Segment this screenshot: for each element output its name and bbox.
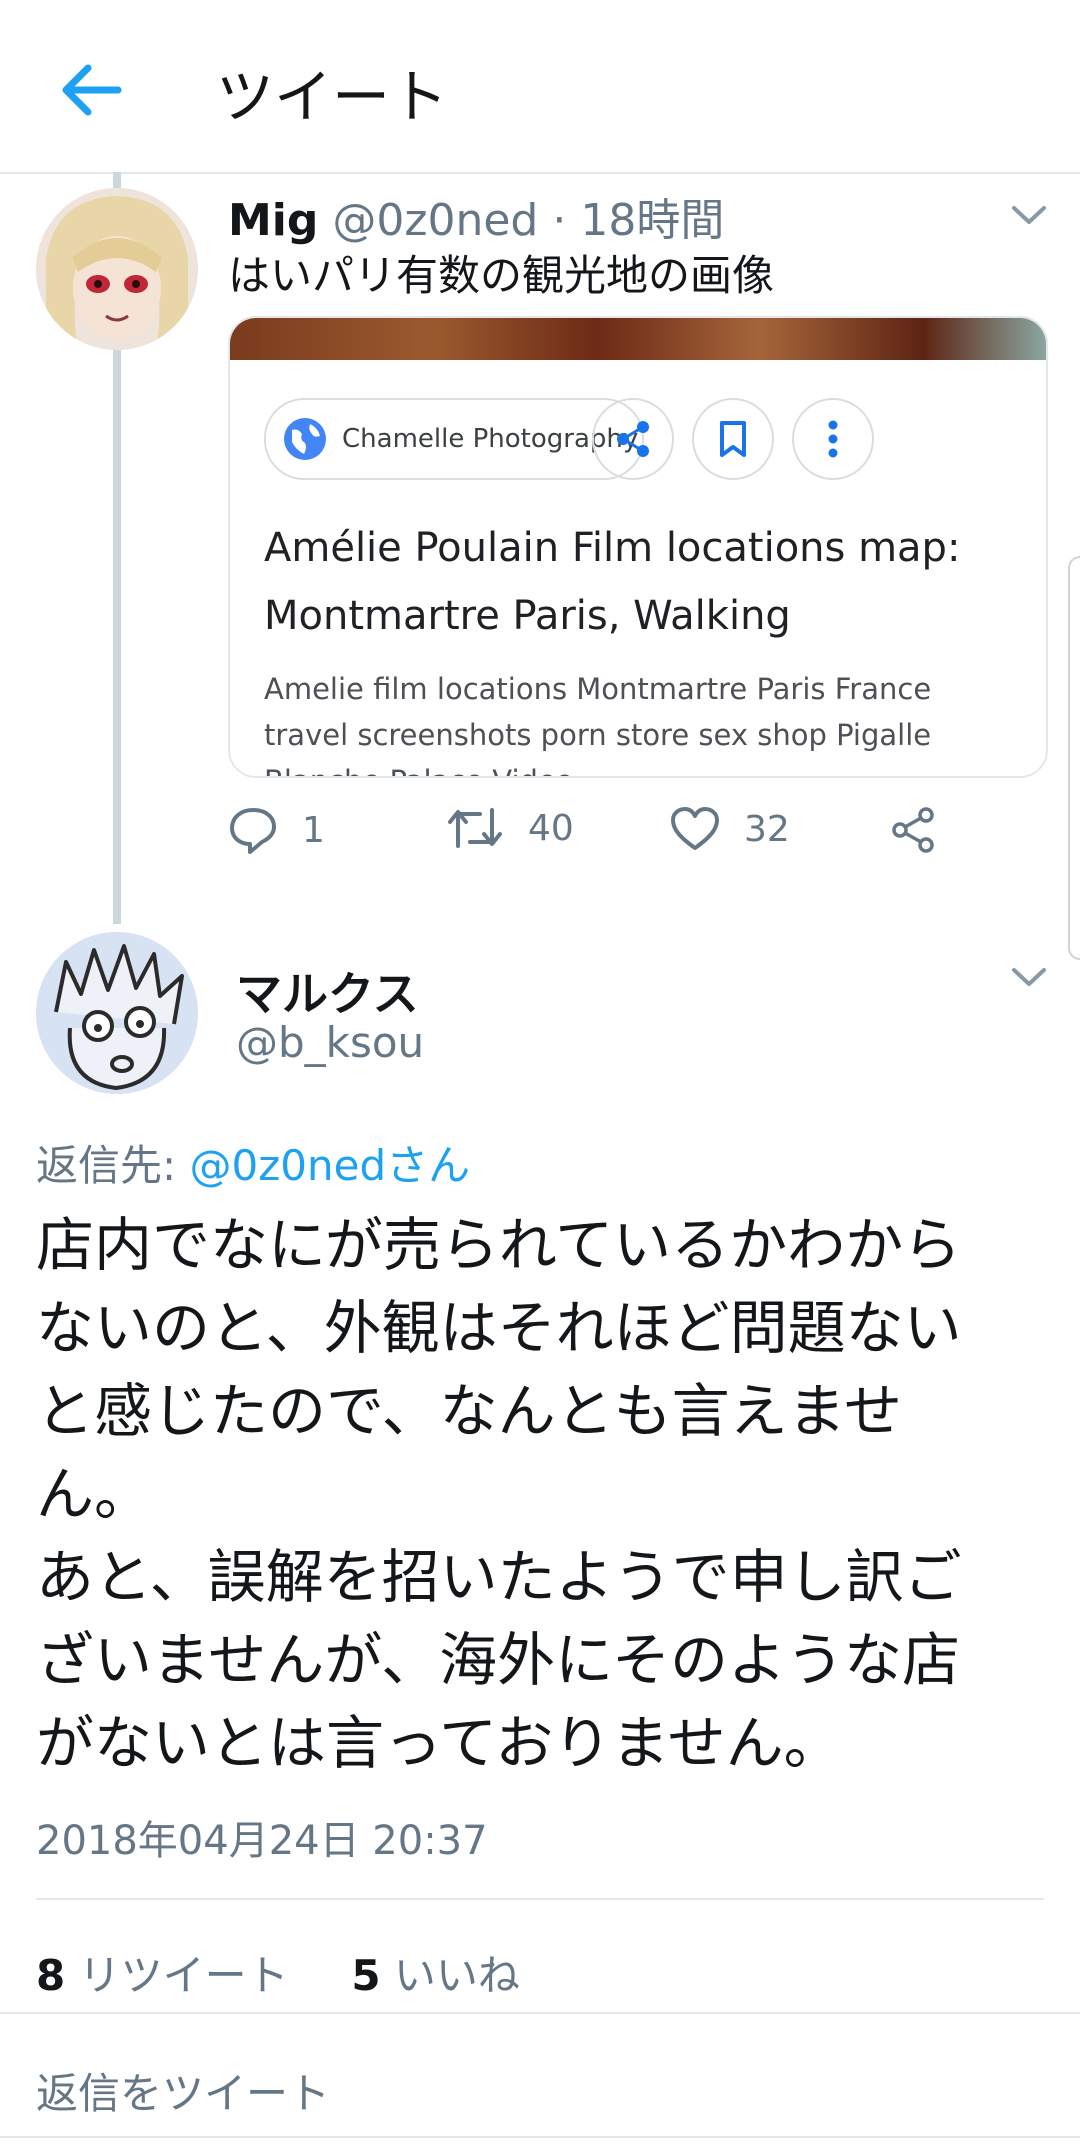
divider [0, 2136, 1080, 2138]
divider [0, 2012, 1080, 2014]
replying-to-handle[interactable]: @0z0nedさん [190, 1141, 471, 1190]
tweet1-author-name[interactable]: Mig [228, 195, 318, 246]
card-more-button[interactable] [792, 398, 874, 480]
engagement-stats: 8 リツイート 5 いいね [36, 1942, 520, 2003]
divider [36, 1898, 1044, 1900]
like-count: 32 [744, 808, 790, 850]
retweet-stat-count: 8 [36, 1951, 66, 2000]
tweet2-author-name[interactable]: マルクス [236, 958, 419, 1024]
bookmark-icon [720, 421, 746, 457]
retweet-stat[interactable]: 8 リツイート [36, 1951, 289, 2000]
reply-button[interactable]: 1 [228, 806, 325, 854]
tweet1-separator: · [552, 195, 567, 246]
card-source-chip[interactable]: Chamelle Photography [264, 398, 644, 480]
tweet1-time: 18時間 [580, 195, 725, 246]
link-preview-card[interactable]: Chamelle Photography Amélie Poulain Film… [228, 316, 1048, 778]
more-vertical-icon [828, 420, 838, 458]
share-icon [617, 421, 649, 457]
replying-to-prefix: 返信先: [36, 1141, 190, 1190]
avatar-mig[interactable] [36, 188, 198, 350]
tweet2-timestamp: 2018年04月24日 20:37 [36, 1818, 488, 1864]
reply-icon [230, 808, 276, 854]
card-bookmark-button[interactable] [692, 398, 774, 480]
share-nodes-icon [892, 807, 934, 853]
card-title: Amélie Poulain Film locations map: Montm… [264, 525, 961, 639]
chevron-down-icon[interactable] [1010, 966, 1048, 988]
card-share-button[interactable] [592, 398, 674, 480]
retweet-button[interactable]: 40 [446, 806, 574, 850]
retweet-count: 40 [528, 807, 574, 849]
avatar-marx[interactable] [36, 932, 198, 1094]
scroll-indicator[interactable] [1068, 556, 1080, 960]
card-description: Amelie film locations Montmartre Paris F… [264, 672, 932, 776]
globe-icon [284, 418, 326, 460]
like-stat[interactable]: 5 いいね [351, 1951, 520, 2000]
tweet2-text: 店内でなにが売られているかわから ないのと、外観はそれほど問題ない と感じたので… [36, 1211, 962, 1777]
tweet2-author-handle[interactable]: @b_ksou [236, 1018, 424, 1067]
share-button[interactable] [890, 806, 962, 854]
like-icon [671, 807, 719, 850]
tweet1-header: Mig @0z0ned · 18時間 [228, 184, 724, 248]
chevron-down-icon[interactable] [1010, 204, 1048, 226]
like-button[interactable]: 32 [670, 806, 790, 852]
back-arrow-icon[interactable] [56, 62, 126, 118]
tweet1-author-handle[interactable]: @0z0ned [332, 195, 538, 246]
tweet1-text: はいパリ有数の観光地の画像 [228, 251, 775, 300]
reply-composer[interactable]: 返信をツイート [36, 2060, 330, 2121]
like-stat-label: いいね [393, 1951, 520, 2000]
page-title: ツイート [216, 63, 449, 131]
top-app-bar: ツイート [0, 0, 1080, 174]
retweet-stat-label: リツイート [78, 1951, 289, 2000]
like-stat-count: 5 [351, 1951, 381, 2000]
reply-count: 1 [302, 809, 325, 851]
card-image [230, 318, 1046, 360]
replying-to: 返信先: @0z0nedさん [36, 1132, 470, 1193]
retweet-icon [448, 808, 502, 848]
